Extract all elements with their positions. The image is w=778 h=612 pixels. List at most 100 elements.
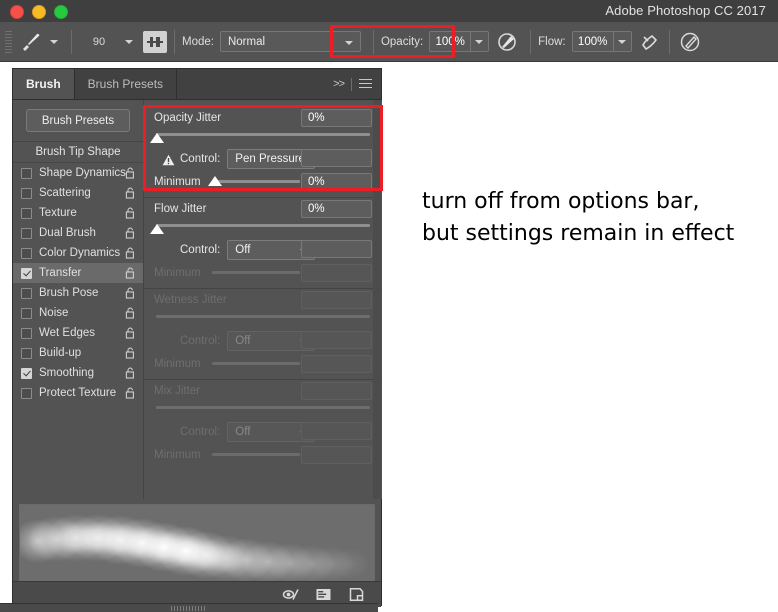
mix-jitter-section: Mix Jitter Control: Off Minimum: [144, 380, 382, 466]
chevron-down-icon: [125, 39, 133, 44]
wetness-jitter-control-valuebox: [301, 331, 372, 349]
brush-tool-preset-picker[interactable]: [12, 30, 64, 54]
opacity-jitter-value[interactable]: 0%: [301, 109, 372, 127]
checkbox-brush-pose[interactable]: [21, 287, 32, 299]
opacity-jitter-slider[interactable]: [150, 130, 372, 146]
slider-track: [156, 224, 370, 227]
sidebar-item-build-up[interactable]: Build-up: [13, 343, 143, 363]
sidebar-item-wet-edges[interactable]: Wet Edges: [13, 323, 143, 343]
tab-brush[interactable]: Brush: [13, 69, 75, 99]
tablet-pressure-size-icon[interactable]: [143, 30, 167, 53]
checkbox-color-dynamics[interactable]: [21, 247, 32, 259]
opacity-input[interactable]: 100%: [429, 31, 472, 52]
sidebar-item-brush-pose[interactable]: Brush Pose: [13, 283, 143, 303]
close-window-button[interactable]: [10, 5, 24, 19]
checkbox-build-up[interactable]: [21, 347, 32, 359]
checkbox-protect-texture[interactable]: [21, 387, 32, 399]
sidebar-item-color-dynamics[interactable]: Color Dynamics: [13, 243, 143, 263]
sidebar-item-noise[interactable]: Noise: [13, 303, 143, 323]
divider: [351, 77, 352, 91]
sidebar-item-texture[interactable]: Texture: [13, 203, 143, 223]
sidebar-item-smoothing[interactable]: Smoothing: [13, 363, 143, 383]
tab-brush-presets-label: Brush Presets: [87, 77, 164, 91]
checkbox-noise[interactable]: [21, 307, 32, 319]
panel-body: Brush Presets Brush Tip Shape Shape Dyna…: [13, 100, 382, 607]
lock-open-icon[interactable]: [125, 267, 136, 279]
window-resize-grip[interactable]: [0, 603, 378, 612]
lock-open-icon[interactable]: [125, 387, 136, 399]
airbrush-icon[interactable]: [639, 31, 661, 53]
flow-input[interactable]: 100%: [571, 31, 614, 52]
divider: [174, 29, 175, 54]
flow-jitter-minimum-slider: [212, 271, 300, 274]
window-controls: [10, 5, 68, 19]
flow-jitter-control-row: Control: Off: [154, 238, 372, 262]
slider-thumb[interactable]: [208, 176, 222, 186]
wetness-jitter-section: Wetness Jitter Control: Off Minimum: [144, 289, 382, 375]
checkbox-dual-brush[interactable]: [21, 227, 32, 239]
tab-brush-presets[interactable]: Brush Presets: [75, 69, 178, 99]
checkbox-texture[interactable]: [21, 207, 32, 219]
brush-size-picker[interactable]: 90: [79, 36, 139, 48]
lock-open-icon[interactable]: [125, 247, 136, 259]
panel-scrollbar[interactable]: [373, 100, 381, 499]
lock-open-icon[interactable]: [125, 287, 136, 299]
lock-open-icon[interactable]: [125, 347, 136, 359]
lock-open-icon[interactable]: [125, 167, 136, 179]
opacity-stepper[interactable]: [471, 31, 490, 52]
lock-open-icon[interactable]: [125, 227, 136, 239]
wetness-jitter-control-value: Off: [235, 335, 251, 347]
checkbox-scattering[interactable]: [21, 187, 32, 199]
sidebar-item-label: Shape Dynamics: [39, 167, 126, 179]
tablet-pressure-opacity-icon[interactable]: [496, 31, 518, 53]
checkbox-wet-edges[interactable]: [21, 327, 32, 339]
flow-stepper[interactable]: [613, 31, 632, 52]
flow-jitter-control-label: Control:: [180, 244, 221, 256]
lock-open-icon[interactable]: [125, 187, 136, 199]
slider-thumb[interactable]: [150, 224, 164, 234]
flow-jitter-control-valuebox[interactable]: [301, 240, 372, 258]
mix-jitter-slider: [154, 403, 372, 419]
lock-open-icon[interactable]: [125, 367, 136, 379]
opacity-jitter-minimum-value[interactable]: 0%: [301, 173, 372, 191]
hamburger-menu-icon[interactable]: [359, 79, 372, 89]
flow-jitter-slider[interactable]: [150, 221, 372, 237]
sidebar-item-dual-brush[interactable]: Dual Brush: [13, 223, 143, 243]
slider-thumb[interactable]: [150, 133, 164, 143]
lock-open-icon[interactable]: [125, 307, 136, 319]
minimize-window-button[interactable]: [32, 5, 46, 19]
checkbox-smoothing[interactable]: [21, 367, 32, 379]
collapse-panel-icon[interactable]: >>: [333, 78, 345, 90]
sidebar-item-scattering[interactable]: Scattering: [13, 183, 143, 203]
new-brush-preset-icon[interactable]: [315, 587, 332, 602]
wetness-jitter-control-label: Control:: [180, 335, 221, 347]
wetness-jitter-value: [301, 291, 372, 309]
mix-jitter-control-label: Control:: [180, 426, 221, 438]
checkbox-shape-dynamics[interactable]: [21, 167, 32, 179]
opacity-jitter-control-valuebox[interactable]: [301, 149, 372, 167]
options-bar-gripper[interactable]: [5, 30, 12, 53]
sidebar-item-protect-texture[interactable]: Protect Texture: [13, 383, 143, 403]
wetness-jitter-minimum-value: [301, 355, 372, 373]
blend-mode-select[interactable]: Normal: [219, 31, 361, 52]
flow-jitter-value[interactable]: 0%: [301, 200, 372, 218]
sidebar-item-transfer[interactable]: Transfer: [13, 263, 143, 283]
sidebar-item-shape-dynamics[interactable]: Shape Dynamics: [13, 163, 143, 183]
checkbox-transfer[interactable]: [21, 267, 32, 279]
toggle-brush-preview-icon[interactable]: [282, 587, 299, 602]
opacity-jitter-minimum-row: Minimum 0%: [154, 171, 372, 193]
brush-presets-button[interactable]: Brush Presets: [26, 109, 130, 132]
opacity-jitter-row: Opacity Jitter 0%: [154, 107, 372, 129]
opacity-jitter-control-value: Pen Pressure: [235, 153, 305, 165]
sidebar-item-brush-tip-shape[interactable]: Brush Tip Shape: [13, 142, 143, 163]
zoom-window-button[interactable]: [54, 5, 68, 19]
delete-brush-icon[interactable]: [348, 587, 365, 602]
mix-jitter-control-value: Off: [235, 426, 251, 438]
lock-open-icon[interactable]: [125, 207, 136, 219]
lock-open-icon[interactable]: [125, 327, 136, 339]
smoothing-icon[interactable]: [679, 31, 701, 53]
mode-label: Mode:: [182, 35, 214, 48]
warning-triangle-icon: [162, 153, 175, 166]
sidebar-item-label: Brush Pose: [39, 287, 99, 299]
opacity-jitter-minimum-slider[interactable]: [212, 180, 300, 183]
